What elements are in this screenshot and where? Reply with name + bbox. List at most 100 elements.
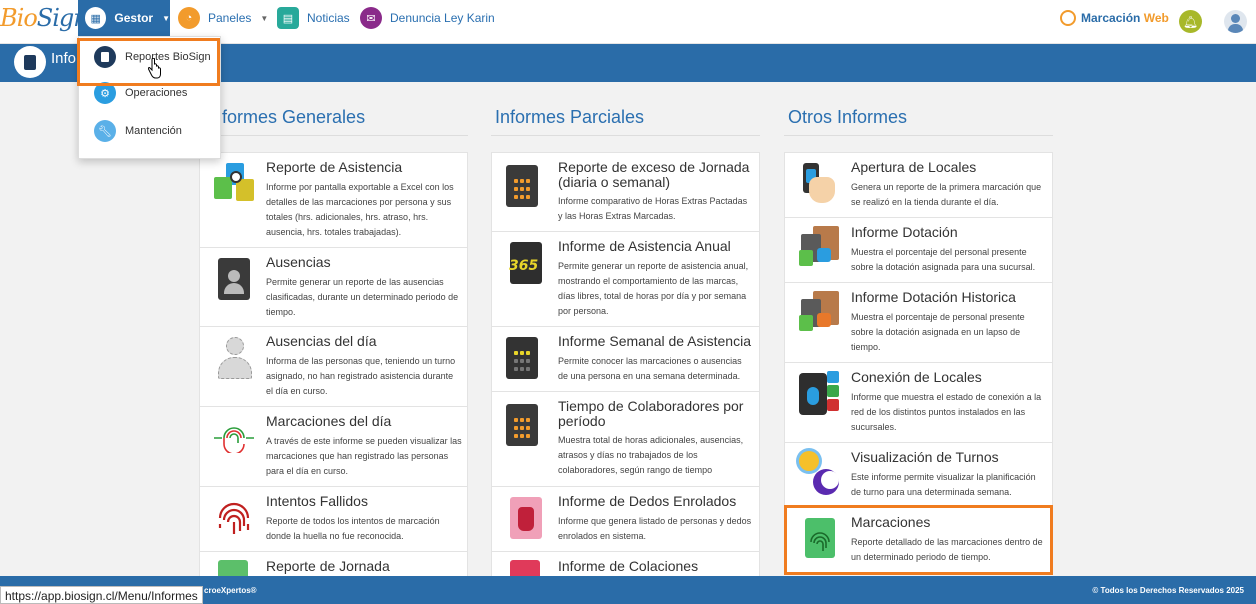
card-title: Conexión de Locales (851, 369, 982, 385)
section-title-parciales: Informes Parciales (495, 107, 645, 127)
chevron-down-icon: ▼ (260, 13, 269, 23)
card-description: Informe que genera listado de personas y… (558, 516, 752, 541)
report-card-asistencia-anual[interactable]: 365 Informe de Asistencia Anual Permite … (491, 231, 760, 327)
staff-box-icon (799, 291, 839, 337)
nav-gestor[interactable]: ▦ Gestor ▼ (78, 0, 170, 36)
card-title: Intentos Fallidos (266, 493, 368, 509)
card-description: Permite generar un reporte de las ausenc… (266, 277, 459, 317)
card-description: Muestra el porcentaje de personal presen… (851, 312, 1025, 352)
menu-item-label: Mantención (125, 125, 182, 137)
report-card-conexion-locales[interactable]: Conexión de Locales Informe que muestra … (784, 362, 1053, 443)
card-description: Reporte de todos los intentos de marcaci… (266, 516, 440, 541)
card-title: Apertura de Locales (851, 159, 977, 175)
footer-credit: croeXpertos® (204, 586, 257, 595)
report-card-jornada[interactable]: Reporte de Jornada (199, 551, 468, 577)
report-card-visualizacion-turnos[interactable]: Visualización de Turnos Este informe per… (784, 442, 1053, 508)
card-title: Tiempo de Colaboradores por período (558, 398, 744, 429)
staff-box-icon (799, 226, 839, 272)
nav-denuncia-label: Denuncia Ley Karin (390, 11, 495, 25)
card-description: Informe que muestra el estado de conexió… (851, 392, 1042, 432)
newspaper-icon: ▤ (277, 7, 299, 29)
highlight-frame (784, 505, 1053, 575)
card-description: Genera un reporte de la primera marcació… (851, 182, 1042, 207)
card-description: Informe por pantalla exportable a Excel … (266, 182, 454, 237)
report-card-asistencia[interactable]: Reporte de Asistencia Informe por pantal… (199, 152, 468, 248)
red-file-icon (506, 560, 546, 576)
card-description: Este informe permite visualizar la plani… (851, 472, 1036, 497)
chevron-down-icon: ▼ (162, 13, 170, 23)
card-title: Ausencias del día (266, 333, 377, 349)
card-title: Reporte de exceso de Jornada (diaria o s… (558, 159, 750, 190)
wrench-icon: 🔧︎ (94, 120, 116, 142)
hand-pointer-icon (148, 58, 161, 79)
person-outline-icon (214, 337, 254, 383)
report-card-apertura-locales[interactable]: Apertura de Locales Genera un reporte de… (784, 152, 1053, 218)
status-bar-url: https://app.biosign.cl/Menu/Informes (0, 586, 203, 604)
nav-denuncia[interactable]: ✉ Denuncia Ley Karin (360, 0, 495, 36)
nav-gestor-label: Gestor (114, 11, 154, 25)
green-file-icon (214, 560, 254, 576)
card-description: A través de este informe se pueden visua… (266, 436, 462, 476)
nav-paneles[interactable]: ◔ Paneles ▼ (178, 0, 268, 36)
megaphone-icon: ✉ (360, 7, 382, 29)
logo-text-bio: Bio (0, 4, 38, 32)
dashboard-icon: ◔ (178, 7, 200, 29)
card-title: Informe de Colaciones (558, 558, 699, 574)
card-title: Reporte de Asistencia (266, 159, 403, 175)
menu-item-mantencion[interactable]: 🔧︎ Mantención (79, 113, 220, 149)
report-card-ausencias[interactable]: Ausencias Permite generar un reporte de … (199, 247, 468, 327)
card-title: Visualización de Turnos (851, 449, 999, 465)
document-icon (14, 46, 46, 78)
card-title: Informe Dotación (851, 224, 958, 240)
person-file-icon (214, 258, 254, 304)
report-card-dotacion[interactable]: Informe Dotación Muestra el porcentaje d… (784, 217, 1053, 283)
section-title-generales: Informes Generales (207, 107, 366, 127)
footer-copyright: © Todos los Derechos Reservados 2025 (1092, 586, 1244, 595)
marcacion-label: Marcación (1081, 11, 1141, 25)
card-description: Informe comparativo de Horas Extras Pact… (558, 196, 748, 221)
report-card-exceso-jornada[interactable]: Reporte de exceso de Jornada (diaria o s… (491, 152, 760, 232)
calculator-file-icon (506, 165, 546, 211)
report-card-tiempo-colaboradores[interactable]: Tiempo de Colaboradores por período Mues… (491, 391, 760, 487)
clock-cards-icon (214, 163, 254, 209)
report-card-ausencias-dia[interactable]: Ausencias del día Informa de las persona… (199, 326, 468, 407)
card-title: Informe de Asistencia Anual (558, 238, 731, 254)
nav-noticias[interactable]: ▤ Noticias (277, 0, 350, 36)
card-description: Muestra el porcentaje del personal prese… (851, 247, 1036, 272)
nav-paneles-label: Paneles (208, 11, 252, 25)
menu-item-label: Operaciones (125, 87, 188, 99)
sun-moon-icon (799, 451, 839, 497)
report-card-semanal-asistencia[interactable]: Informe Semanal de Asistencia Permite co… (491, 326, 760, 392)
report-card-marcaciones-dia[interactable]: Marcaciones del día A través de este inf… (199, 406, 468, 487)
marcacion-web-link[interactable]: Marcación Web (1060, 0, 1169, 36)
phone-hand-icon (799, 161, 839, 207)
clock-icon (1060, 10, 1076, 26)
bell-icon[interactable]: 🔔︎ (1179, 10, 1202, 33)
user-avatar[interactable] (1224, 10, 1247, 33)
nav-noticias-label: Noticias (307, 11, 350, 25)
report-card-intentos-fallidos[interactable]: Intentos Fallidos Reporte de todos los i… (199, 486, 468, 552)
calculator-file-icon (506, 337, 546, 383)
biosign-logo[interactable]: BioSign (0, 4, 89, 38)
calendar-365-icon: 365 (506, 242, 546, 288)
card-title: Marcaciones del día (266, 413, 392, 429)
report-card-dedos-enrolados[interactable]: Informe de Dedos Enrolados Informe que g… (491, 486, 760, 552)
fingerprint-lines-icon (214, 423, 254, 469)
card-description: Muestra total de horas adicionales, ause… (558, 435, 744, 475)
report-card-dotacion-historica[interactable]: Informe Dotación Historica Muestra el po… (784, 282, 1053, 363)
card-title: Ausencias (266, 254, 331, 270)
divider (199, 135, 468, 136)
section-title-otros: Otros Informes (788, 107, 908, 127)
card-title: Informe de Dedos Enrolados (558, 493, 737, 509)
card-description: Permite generar un reporte de asistencia… (558, 261, 749, 316)
calculator-file-icon (506, 404, 546, 450)
divider (784, 135, 1053, 136)
hand-file-icon (506, 497, 546, 543)
grid-icon: ▦ (85, 7, 107, 29)
card-title: Reporte de Jornada (266, 558, 390, 574)
web-label: Web (1143, 11, 1169, 25)
divider (491, 135, 760, 136)
report-card-colaciones[interactable]: Informe de Colaciones (491, 551, 760, 577)
card-description: Informa de las personas que, teniendo un… (266, 356, 456, 396)
device-status-icon (799, 371, 839, 417)
